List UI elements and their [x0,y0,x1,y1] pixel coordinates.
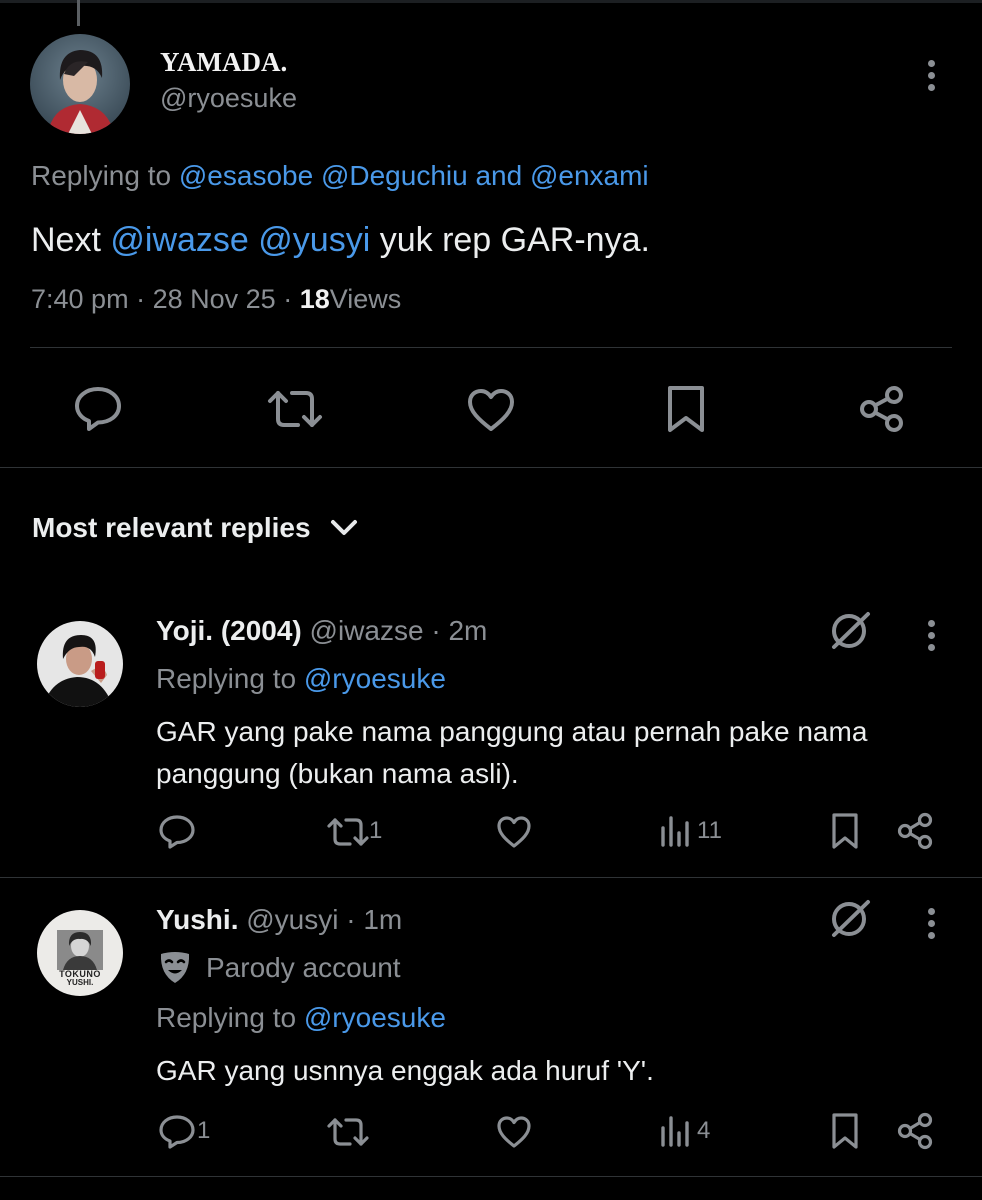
author-handle[interactable]: @iwazse [310,615,424,646]
mention-link[interactable]: @Deguchiu [321,160,468,191]
replying-to: Replying to @esasobe @Deguchiu and @enxa… [31,160,649,191]
more-options-icon[interactable] [928,60,936,96]
views-label: Views [329,284,402,314]
views-icon[interactable] [660,1114,692,1148]
mention-link[interactable]: @iwazse [110,221,248,259]
avatar-caption: YUSHI. [66,978,94,987]
reply-icon[interactable] [158,1114,196,1150]
reply-icon[interactable] [73,385,123,433]
like-icon[interactable] [496,815,532,849]
retweet-icon[interactable] [326,1116,370,1148]
bookmark-icon[interactable] [830,1112,860,1150]
avatar[interactable]: TOKUNO YUSHI. [37,910,123,996]
views-count: 18 [299,284,330,314]
parody-badge-label: Parody account [206,952,401,983]
bookmark-icon[interactable] [830,812,860,850]
views-count: 11 [697,817,722,844]
mention-link[interactable]: @esasobe [179,160,313,191]
divider [0,1176,982,1177]
like-icon[interactable] [496,1115,532,1149]
share-icon[interactable] [897,812,935,850]
author-name[interactable]: Yoji. (2004) [156,615,302,646]
author-name[interactable]: YAMADA. [160,47,287,78]
avatar[interactable] [37,621,123,707]
tweet-date: 28 Nov 25 [152,284,276,314]
reply-header: Yushi. @yusyi · 1m [156,904,403,935]
bookmark-icon[interactable] [664,384,708,434]
share-icon[interactable] [858,384,908,434]
more-options-icon[interactable] [928,908,936,944]
reply-text: GAR yang pake nama panggung atau pernah … [156,716,868,789]
views-count: 4 [697,1117,711,1144]
avatar[interactable] [30,34,130,134]
share-icon[interactable] [897,1112,935,1150]
mention-link[interactable]: @yusyi [258,221,370,259]
chevron-down-icon[interactable] [329,516,359,540]
tweet-time: 7:40 pm [31,284,129,314]
views-icon[interactable] [660,814,692,848]
author-handle[interactable]: @yusyi [246,904,338,935]
retweet-icon[interactable] [266,387,324,431]
mention-link[interactable]: @ryoesuke [304,663,446,694]
mention-link[interactable]: @ryoesuke [304,1002,446,1033]
grok-icon[interactable] [828,609,872,653]
grok-icon[interactable] [828,897,872,941]
more-options-icon[interactable] [928,620,936,656]
retweet-icon[interactable] [326,816,370,848]
retweet-count: 1 [369,817,383,844]
mention-link[interactable]: and [475,160,522,191]
thread-line [77,0,80,26]
divider [0,467,982,468]
top-border [0,0,982,3]
reply-time: 1m [363,904,403,935]
replying-to: Replying to @ryoesuke [156,1002,446,1033]
replies-sort-label: Most relevant replies [32,512,311,543]
replying-to: Replying to @ryoesuke [156,663,446,694]
author-handle[interactable]: @ryoesuke [160,83,297,114]
reply-count: 1 [197,1117,211,1144]
reply-icon[interactable] [158,814,196,850]
author-name[interactable]: Yushi. [156,904,238,935]
replies-sort-button[interactable]: Most relevant replies [32,512,311,544]
tweet-meta: 7:40 pm · 28 Nov 25 · 18Views [31,284,402,314]
divider [30,347,952,348]
reply-time: 2m [448,615,488,646]
divider [0,877,982,878]
parody-mask-icon [158,950,192,986]
mention-link[interactable]: @enxami [530,160,649,191]
tweet-text: Next @iwazse @yusyi yuk rep GAR-nya. [31,221,650,259]
reply-text: GAR yang usnnya enggak ada huruf 'Y'. [156,1055,654,1086]
reply-header: Yoji. (2004) @iwazse · 2m [156,615,488,646]
like-icon[interactable] [466,387,516,433]
